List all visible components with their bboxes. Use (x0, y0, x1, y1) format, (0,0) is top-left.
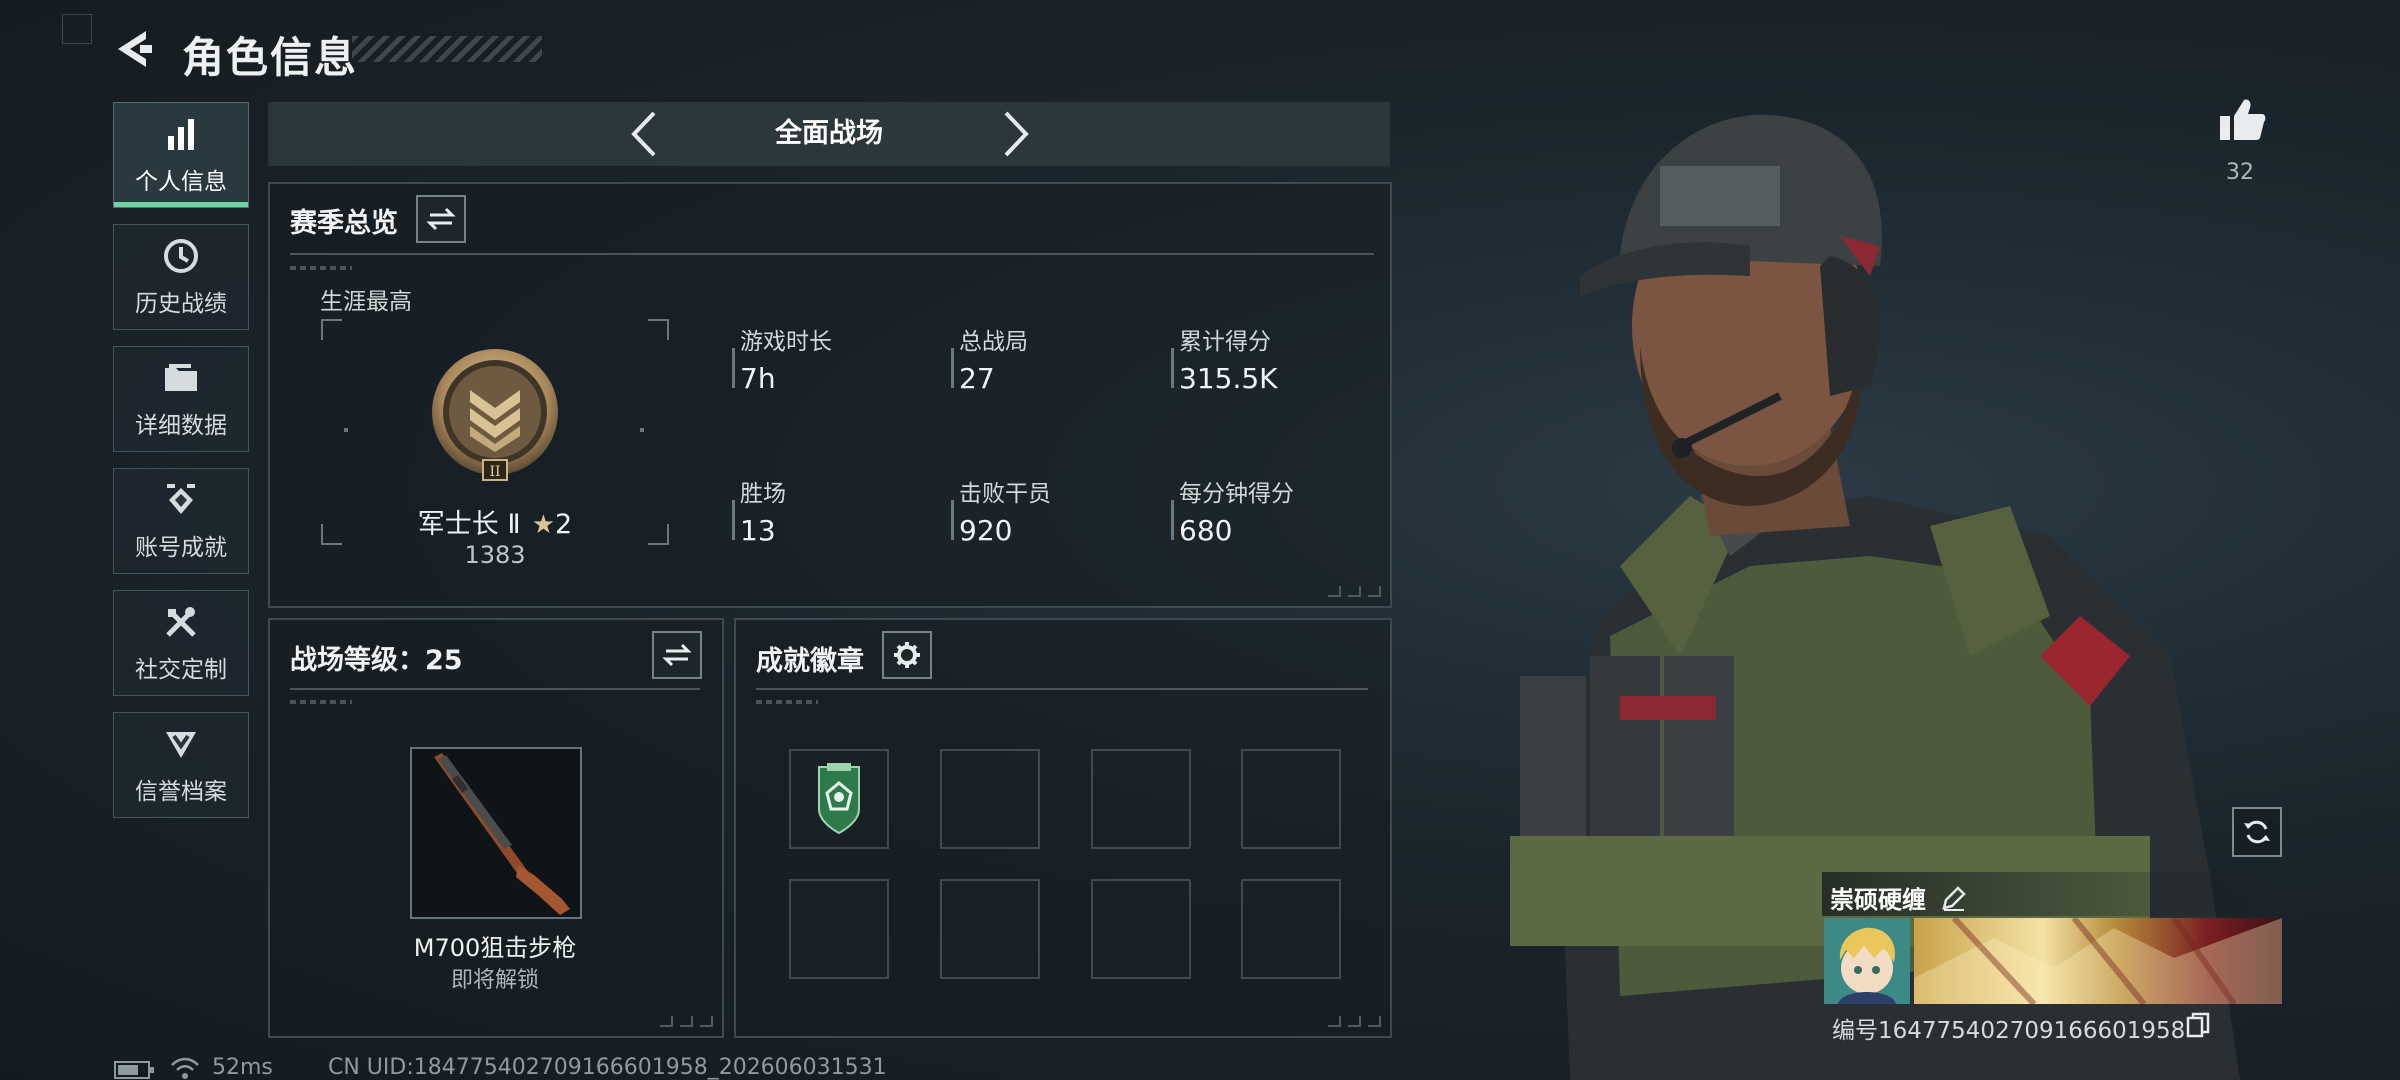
stat-label-play-time: 游戏时长 (740, 329, 832, 355)
sidebar-item-label: 信誉档案 (135, 779, 227, 805)
badges-title: 成就徽章 (756, 646, 864, 677)
sidebar-item-detailed-data[interactable]: 详细数据 (113, 346, 249, 452)
battle-level-title: 战场等级：25 (290, 645, 463, 676)
chevron-right-icon[interactable] (988, 107, 1042, 161)
stat-accent-bar (732, 500, 735, 540)
stat-value-play-time: 7h (740, 362, 776, 395)
stat-value-total-matches: 27 (959, 362, 995, 395)
rank-name: 军士长 Ⅱ (417, 509, 521, 540)
folder-icon (165, 364, 197, 391)
mode-label: 全面战场 (775, 118, 883, 149)
stat-value-wins: 13 (740, 514, 776, 547)
player-name: 崇硕硬缠 (1830, 886, 1926, 914)
panel-corner-decoration (660, 1016, 713, 1027)
shield-badge-icon (818, 763, 860, 835)
copy-icon[interactable] (2186, 1012, 2210, 1038)
shield-down-icon (166, 732, 196, 758)
sidebar-item-label: 社交定制 (135, 657, 227, 683)
uid-text: CN UID:18477540270916660195​8_2026060315… (328, 1055, 887, 1080)
name-card-banner (1914, 918, 2282, 1004)
avatar[interactable] (1824, 918, 1910, 1004)
refresh-button[interactable] (2232, 807, 2282, 857)
player-id: 编号1647754027091666019​58 (1832, 1018, 2186, 1044)
title-stripes-decoration (352, 36, 542, 62)
sidebar-item-label: 历史战绩 (135, 291, 227, 317)
badges-settings-button[interactable] (882, 631, 932, 679)
stat-label-score-per-min: 每分钟得分 (1179, 481, 1294, 507)
season-divider (290, 253, 1374, 255)
corner-frame-decoration (62, 14, 92, 44)
divider-decoration (290, 700, 352, 704)
divider-decoration (290, 266, 352, 270)
history-icon (164, 239, 198, 273)
chevron-left-icon[interactable] (618, 107, 672, 161)
sidebar-item-label: 详细数据 (135, 413, 227, 439)
badge-slot[interactable] (1091, 879, 1191, 979)
swap-icon (426, 207, 456, 231)
ping-text: 52ms (212, 1055, 273, 1080)
badge-slot[interactable] (789, 879, 889, 979)
panel-corner-decoration (1328, 586, 1381, 597)
stat-accent-bar (1171, 500, 1174, 540)
badge-slot[interactable] (789, 749, 889, 849)
badge-slot[interactable] (940, 749, 1040, 849)
weapon-name: M700狙击步枪 (413, 934, 577, 962)
stat-value-total-score: 315.5K (1179, 362, 1278, 395)
avatar-portrait (1824, 918, 1910, 1004)
tools-icon (166, 607, 196, 637)
rank-medal-icon: II (432, 349, 558, 481)
rank-stars: 2 (555, 509, 573, 540)
swap-icon (662, 643, 692, 667)
edit-pencil-icon[interactable] (1940, 884, 1968, 912)
badges-divider (756, 688, 1368, 690)
badge-slot[interactable] (1091, 749, 1191, 849)
refresh-icon (2244, 820, 2270, 844)
svg-text:II: II (489, 464, 500, 480)
rifle-icon (434, 753, 570, 915)
star-icon: ★ (531, 510, 556, 540)
panel-corner-decoration (1328, 1016, 1381, 1027)
back-arrow-icon[interactable] (110, 25, 158, 73)
gear-icon (894, 642, 920, 668)
stat-accent-bar (951, 500, 954, 540)
career-best-label: 生涯最高 (320, 289, 412, 315)
weapon-status: 即将解锁 (450, 968, 539, 993)
battle-level-divider (290, 688, 700, 690)
stat-label-wins: 胜场 (740, 481, 786, 507)
rank-info: 军士长 Ⅱ ★2 (320, 502, 670, 541)
stat-accent-bar (951, 348, 954, 388)
thumbs-up-icon[interactable] (2216, 94, 2268, 146)
season-overview-title: 赛季总览 (290, 208, 398, 239)
battery-icon (114, 1061, 154, 1079)
stat-label-kills: 击败干员 (959, 481, 1051, 507)
wifi-icon (171, 1057, 199, 1079)
sidebar-item-reputation[interactable]: 信誉档案 (113, 712, 249, 818)
badge-slot[interactable] (1241, 879, 1341, 979)
page-title: 角色信息 (182, 33, 359, 82)
bar-chart-icon (168, 119, 194, 150)
rank-score: 1383 (464, 541, 526, 569)
sidebar-item-achievements[interactable]: 账号成就 (113, 468, 249, 574)
stat-label-total-score: 累计得分 (1179, 329, 1271, 355)
badge-slot[interactable] (940, 879, 1040, 979)
stat-value-kills: 920 (959, 514, 1013, 547)
sidebar-item-label: 个人信息 (135, 169, 227, 195)
banner-art (1914, 918, 2282, 1004)
badge-slot[interactable] (1241, 749, 1341, 849)
sidebar-item-label: 账号成就 (135, 535, 227, 561)
battle-level-swap-button[interactable] (652, 631, 702, 679)
stat-value-score-per-min: 680 (1179, 514, 1233, 547)
stat-accent-bar (1171, 348, 1174, 388)
sidebar-item-social-custom[interactable]: 社交定制 (113, 590, 249, 696)
divider-decoration (756, 700, 818, 704)
like-count: 32 (2226, 160, 2254, 185)
achievement-icon (167, 484, 195, 514)
stat-accent-bar (732, 348, 735, 388)
weapon-image-box[interactable] (410, 747, 582, 919)
stat-label-total-matches: 总战局 (959, 329, 1028, 355)
season-swap-button[interactable] (416, 195, 466, 243)
sidebar-item-history[interactable]: 历史战绩 (113, 224, 249, 330)
sidebar-item-personal-info[interactable]: 个人信息 (113, 102, 249, 208)
